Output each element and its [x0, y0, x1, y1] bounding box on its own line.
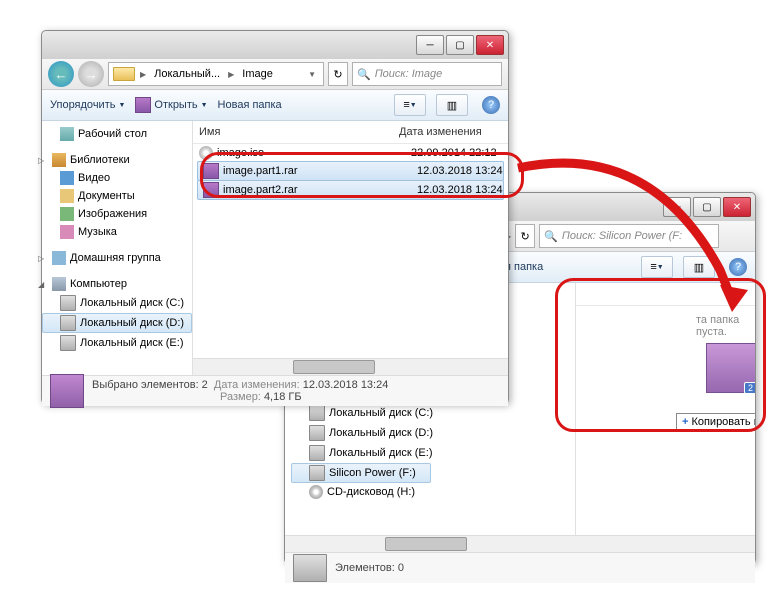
help-icon[interactable]: ? — [729, 258, 747, 276]
new-folder-button[interactable]: Новая папка — [218, 99, 282, 111]
close-button[interactable]: ✕ — [723, 197, 751, 217]
maximize-button[interactable]: ▢ — [693, 197, 721, 217]
view-button[interactable]: ≡ ▼ — [641, 256, 673, 278]
tree-homegroup[interactable]: ▷Домашняя группа — [42, 249, 192, 267]
status-count: Элементов: 0 — [335, 562, 404, 574]
file-row-rar2[interactable]: image.part2.rar12.03.2018 13:24 — [197, 180, 504, 200]
rar-icon — [50, 374, 84, 408]
tree-drive-d[interactable]: Локальный диск (D:) — [42, 313, 192, 333]
forward-button[interactable]: → — [78, 61, 104, 87]
file-list[interactable]: Имя Дата изменения image.iso22.09.2014 2… — [193, 121, 508, 375]
tree-drive-c[interactable]: Локальный диск (C:) — [291, 403, 431, 423]
refresh-button[interactable]: ↻ — [515, 224, 535, 248]
search-icon: 🔍 — [357, 68, 371, 81]
help-icon[interactable]: ? — [482, 96, 500, 114]
file-row-rar1[interactable]: image.part1.rar12.03.2018 13:24 — [197, 161, 504, 181]
search-placeholder: Поиск: Image — [375, 68, 443, 80]
tree-drive-e[interactable]: Локальный диск (E:) — [291, 443, 431, 463]
rar-icon — [203, 182, 219, 198]
breadcrumb[interactable]: ▶ Локальный... ▶ Image ▼ — [108, 62, 324, 86]
status-bar: Элементов: 0 — [285, 552, 755, 583]
crumb-2[interactable]: Image — [239, 68, 276, 80]
tree-music[interactable]: Музыка — [42, 223, 192, 241]
back-button[interactable]: ← — [48, 61, 74, 87]
minimize-button[interactable]: ─ — [416, 35, 444, 55]
empty-text: та папка пуста. — [576, 306, 755, 338]
plus-icon: + — [682, 416, 688, 428]
tree-images[interactable]: Изображения — [42, 205, 192, 223]
close-button[interactable]: ✕ — [476, 35, 504, 55]
col-date[interactable]: Дата изменения — [399, 126, 482, 138]
file-row-iso[interactable]: image.iso22.09.2014 22:12 — [193, 144, 508, 162]
scroll-thumb[interactable] — [293, 360, 375, 374]
titlebar[interactable]: ─ ▢ ✕ — [42, 31, 508, 59]
column-headers[interactable]: Имя Дата изменения — [193, 121, 508, 144]
status-bar: Выбрано элементов: 2 Дата изменения: 12.… — [42, 375, 508, 406]
drop-tooltip: +Копировать в "Silicon Power (F:)" — [676, 413, 755, 431]
refresh-button[interactable]: ↻ — [328, 62, 348, 86]
tree-drive-f[interactable]: Silicon Power (F:) — [291, 463, 431, 483]
status-size-label: Размер: — [220, 391, 261, 403]
status-date: 12.03.2018 13:24 — [303, 379, 389, 391]
crumb-1[interactable]: Локальный... — [151, 68, 223, 80]
search-placeholder: Поиск: Silicon Power (F: — [562, 230, 682, 242]
view-button[interactable]: ≡ ▼ — [394, 94, 426, 116]
status-selected: Выбрано элементов: 2 — [92, 379, 208, 391]
tree-desktop[interactable]: Рабочий стол — [42, 125, 192, 143]
rar-icon — [135, 97, 151, 113]
drag-ghost-icon: 2 — [706, 343, 755, 393]
organize-button[interactable]: Упорядочить ▼ — [50, 99, 125, 111]
scrollbar[interactable] — [285, 535, 755, 552]
maximize-button[interactable]: ▢ — [446, 35, 474, 55]
minimize-button[interactable]: ─ — [663, 197, 691, 217]
scrollbar[interactable] — [193, 358, 508, 375]
tree-computer[interactable]: ◢Компьютер — [42, 275, 192, 293]
address-bar: ← → ▶ Локальный... ▶ Image ▼ ↻ 🔍 Поиск: I… — [42, 59, 508, 90]
tree-drive-e[interactable]: Локальный диск (E:) — [42, 333, 192, 353]
file-list[interactable]: изменения та папка пуста. 2 +Копировать … — [576, 283, 755, 535]
drive-icon — [293, 554, 327, 582]
nav-tree[interactable]: Рабочий стол ▷Библиотеки Видео Документы… — [42, 121, 193, 375]
search-icon: 🔍 — [544, 230, 558, 243]
open-button[interactable]: Открыть ▼ — [135, 97, 207, 113]
tree-drive-d[interactable]: Локальный диск (D:) — [291, 423, 431, 443]
column-headers[interactable]: изменения — [576, 283, 755, 306]
search-input[interactable]: 🔍 Поиск: Silicon Power (F: — [539, 224, 719, 248]
folder-icon — [113, 67, 135, 81]
new-folder-button[interactable]: я папка — [505, 261, 543, 273]
iso-icon — [199, 146, 213, 160]
preview-button[interactable]: ▥ — [683, 256, 715, 278]
preview-button[interactable]: ▥ — [436, 94, 468, 116]
col-name[interactable]: Имя — [193, 126, 399, 138]
tree-drive-c[interactable]: Локальный диск (C:) — [42, 293, 192, 313]
rar-icon — [203, 163, 219, 179]
status-size: 4,18 ГБ — [264, 391, 302, 403]
tree-drive-h[interactable]: CD-дисковод (H:) — [291, 483, 431, 501]
status-date-label: Дата изменения: — [214, 379, 300, 391]
explorer-window-source[interactable]: ─ ▢ ✕ ← → ▶ Локальный... ▶ Image ▼ ↻ 🔍 По… — [41, 30, 509, 404]
tree-libraries[interactable]: ▷Библиотеки — [42, 151, 192, 169]
search-input[interactable]: 🔍 Поиск: Image — [352, 62, 502, 86]
toolbar: Упорядочить ▼ Открыть ▼ Новая папка ≡ ▼ … — [42, 90, 508, 121]
drag-count-badge: 2 — [744, 382, 755, 394]
tree-video[interactable]: Видео — [42, 169, 192, 187]
scroll-thumb[interactable] — [385, 537, 467, 551]
tree-docs[interactable]: Документы — [42, 187, 192, 205]
